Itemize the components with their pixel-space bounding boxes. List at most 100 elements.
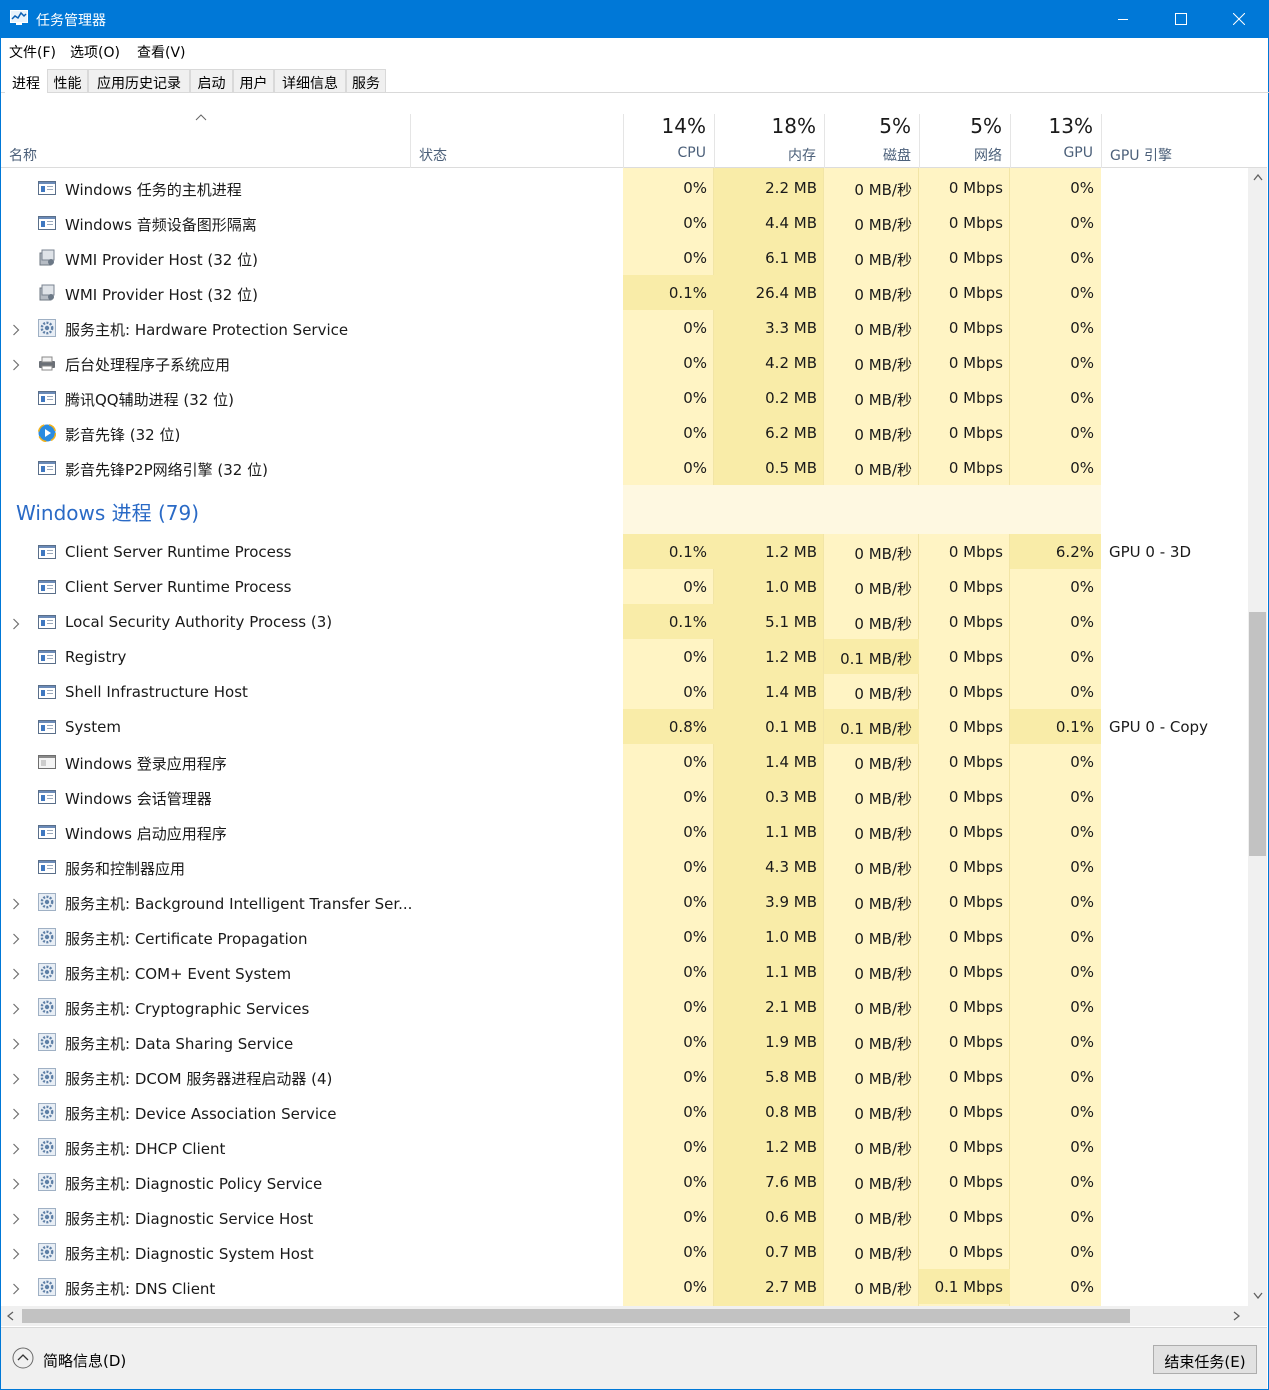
process-row[interactable]: Windows 任务的主机进程 0% 2.2 MB 0 MB/秒 0 Mbps 0% xyxy=(1,170,1248,205)
process-row[interactable]: 腾讯QQ辅助进程 (32 位) 0% 0.2 MB 0 MB/秒 0 Mbps 0% xyxy=(1,380,1248,415)
process-row[interactable]: 服务主机: DNS Client 0% 2.7 MB 0 MB/秒 0.1 Mbps 0% xyxy=(1,1269,1248,1304)
process-row[interactable]: Windows 登录应用程序 0% 1.4 MB 0 MB/秒 0 Mbps 0% xyxy=(1,744,1248,779)
tab-performance[interactable]: 性能 xyxy=(47,69,88,93)
process-row[interactable]: 影音先锋 (32 位) 0% 6.2 MB 0 MB/秒 0 Mbps 0% xyxy=(1,415,1248,450)
expand-chevron-icon[interactable] xyxy=(12,1176,20,1194)
menu-view[interactable]: 查看(V) xyxy=(137,42,186,62)
header-cpu[interactable]: 14% CPU xyxy=(623,114,714,168)
scroll-down-icon[interactable] xyxy=(1253,1292,1263,1299)
process-row[interactable]: 服务主机: Cryptographic Services 0% 2.1 MB 0 MB… xyxy=(1,989,1248,1024)
process-row[interactable]: Windows 启动应用程序 0% 1.1 MB 0 MB/秒 0 Mbps 0% xyxy=(1,814,1248,849)
scroll-left-icon[interactable] xyxy=(7,1311,14,1321)
process-row[interactable]: 服务主机: Device Association Service 0% 0.8 MB… xyxy=(1,1094,1248,1129)
process-row[interactable]: Registry 0% 1.2 MB 0.1 MB/秒 0 Mbps 0% xyxy=(1,639,1248,674)
process-row[interactable]: 服务主机: COM+ Event System 0% 1.1 MB 0 MB/秒 0 M… xyxy=(1,954,1248,989)
process-row[interactable]: 服务主机: Diagnostic Service Host 0% 0.6 MB 0 M… xyxy=(1,1199,1248,1234)
tab-processes[interactable]: 进程 xyxy=(5,69,47,94)
expand-chevron-icon[interactable] xyxy=(12,931,20,949)
process-row[interactable]: 后台处理程序子系统应用 0% 4.2 MB 0 MB/秒 0 Mbps 0% xyxy=(1,345,1248,380)
expand-chevron-icon[interactable] xyxy=(12,1246,20,1264)
process-row[interactable]: Windows 会话管理器 0% 0.3 MB 0 MB/秒 0 Mbps 0% xyxy=(1,779,1248,814)
tab-details[interactable]: 详细信息 xyxy=(274,69,346,93)
network-value: 0 Mbps xyxy=(948,543,1003,561)
process-name: Windows 登录应用程序 xyxy=(65,755,227,773)
expand-chevron-icon[interactable] xyxy=(12,966,20,984)
gpu-value: 0% xyxy=(1070,1278,1094,1296)
process-row[interactable]: WMI Provider Host (32 位) 0% 6.1 MB 0 MB/秒 0 … xyxy=(1,240,1248,275)
process-row[interactable]: 服务主机: Diagnostic System Host 0% 0.7 MB 0 MB… xyxy=(1,1234,1248,1269)
tab-startup[interactable]: 启动 xyxy=(190,69,233,93)
window-icon xyxy=(38,718,56,736)
header-gpu[interactable]: 13% GPU xyxy=(1010,114,1101,168)
fewer-details-link[interactable]: 简略信息(D) xyxy=(43,1350,126,1371)
menu-file[interactable]: 文件(F) xyxy=(9,42,56,62)
disk-value: 0 MB/秒 xyxy=(854,251,912,269)
process-row[interactable]: 服务主机: DHCP Client 0% 1.2 MB 0 MB/秒 0 Mbps 0% xyxy=(1,1129,1248,1164)
gpu-value: 0% xyxy=(1070,1208,1094,1226)
process-row[interactable]: Shell Infrastructure Host 0% 1.4 MB 0 MB/秒 0… xyxy=(1,674,1248,709)
disk-value: 0 MB/秒 xyxy=(854,860,912,878)
header-status[interactable]: 状态 xyxy=(410,114,623,168)
tab-app-history[interactable]: 应用历史记录 xyxy=(88,69,190,93)
cpu-value: 0% xyxy=(683,214,707,232)
process-row[interactable]: 服务主机: Data Sharing Service 0% 1.9 MB 0 MB/秒… xyxy=(1,1024,1248,1059)
header-disk[interactable]: 5% 磁盘 xyxy=(824,114,919,168)
process-row[interactable]: System 0.8% 0.1 MB 0.1 MB/秒 0 Mbps 0.1% GPU 0 … xyxy=(1,709,1248,744)
scroll-right-icon[interactable] xyxy=(1233,1311,1240,1321)
minimize-button[interactable] xyxy=(1094,0,1152,38)
process-row[interactable]: 服务主机: Hardware Protection Service 0% 3.3 M… xyxy=(1,310,1248,345)
header-name[interactable]: 名称 xyxy=(1,114,410,168)
cpu-value: 0% xyxy=(683,648,707,666)
expand-chevron-icon[interactable] xyxy=(12,1106,20,1124)
expand-chevron-icon[interactable] xyxy=(12,322,20,340)
vertical-scroll-thumb[interactable] xyxy=(1249,612,1266,856)
cpu-value: 0.1% xyxy=(668,284,707,302)
menu-options[interactable]: 选项(O) xyxy=(70,42,120,62)
group-title-windows-processes[interactable]: Windows 进程 (79) xyxy=(16,497,199,526)
process-row[interactable]: Local Security Authority Process (3) 0.1%… xyxy=(1,604,1248,639)
end-task-button[interactable]: 结束任务(E) xyxy=(1153,1345,1257,1374)
process-row[interactable]: Windows 音频设备图形隔离 0% 4.4 MB 0 MB/秒 0 Mbps 0% xyxy=(1,205,1248,240)
expand-chevron-icon[interactable] xyxy=(12,1141,20,1159)
process-row[interactable]: 服务主机: Certificate Propagation 0% 1.0 MB 0 M… xyxy=(1,919,1248,954)
process-row[interactable]: 服务主机: DCOM 服务器进程启动器 (4) 0% 5.8 MB 0 MB/秒 0 M… xyxy=(1,1059,1248,1094)
scroll-up-icon[interactable] xyxy=(1253,174,1263,181)
process-row[interactable]: Client Server Runtime Process 0.1% 1.2 MB 0… xyxy=(1,534,1248,569)
process-row[interactable]: 服务主机: Background Intelligent Transfer Se… xyxy=(1,884,1248,919)
expand-chevron-icon[interactable] xyxy=(12,896,20,914)
collapse-circle-icon[interactable] xyxy=(12,1347,34,1369)
expand-chevron-icon[interactable] xyxy=(12,1036,20,1054)
tab-users[interactable]: 用户 xyxy=(233,69,274,93)
header-gpu-engine[interactable]: GPU 引擎 xyxy=(1101,114,1267,168)
gpu-value: 0% xyxy=(1070,1103,1094,1121)
maximize-button[interactable] xyxy=(1152,0,1210,38)
horizontal-scroll-thumb[interactable] xyxy=(22,1309,1130,1323)
network-value: 0 Mbps xyxy=(948,1208,1003,1226)
gpu-value: 0% xyxy=(1070,354,1094,372)
window-icon xyxy=(38,858,56,876)
disk-value: 0 MB/秒 xyxy=(854,1105,912,1123)
process-row[interactable]: 影音先锋P2P网络引擎 (32 位) 0% 0.5 MB 0 MB/秒 0 Mbps 0% xyxy=(1,450,1248,485)
disk-value: 0 MB/秒 xyxy=(854,181,912,199)
expand-chevron-icon[interactable] xyxy=(12,357,20,375)
expand-chevron-icon[interactable] xyxy=(12,616,20,634)
gpu-value: 0% xyxy=(1070,928,1094,946)
tab-services[interactable]: 服务 xyxy=(346,69,386,93)
expand-chevron-icon[interactable] xyxy=(12,1001,20,1019)
header-memory[interactable]: 18% 内存 xyxy=(714,114,824,168)
close-button[interactable] xyxy=(1210,0,1268,38)
process-row[interactable]: 服务主机: Diagnostic Policy Service 0% 7.6 MB 0… xyxy=(1,1164,1248,1199)
footer: 简略信息(D) 结束任务(E) xyxy=(1,1327,1267,1389)
process-name: 服务主机: Device Association Service xyxy=(65,1105,337,1123)
cpu-value: 0% xyxy=(683,1033,707,1051)
memory-value: 6.1 MB xyxy=(765,249,817,267)
expand-chevron-icon[interactable] xyxy=(12,1211,20,1229)
header-network[interactable]: 5% 网络 xyxy=(919,114,1010,168)
disk-value: 0.1 MB/秒 xyxy=(840,650,912,668)
process-row[interactable]: Client Server Runtime Process 0% 1.0 MB 0 M… xyxy=(1,569,1248,604)
network-value: 0.1 Mbps xyxy=(934,1278,1003,1296)
expand-chevron-icon[interactable] xyxy=(12,1281,20,1299)
expand-chevron-icon[interactable] xyxy=(12,1071,20,1089)
process-row[interactable]: 服务和控制器应用 0% 4.3 MB 0 MB/秒 0 Mbps 0% xyxy=(1,849,1248,884)
process-row[interactable]: WMI Provider Host (32 位) 0.1% 26.4 MB 0 MB/… xyxy=(1,275,1248,310)
